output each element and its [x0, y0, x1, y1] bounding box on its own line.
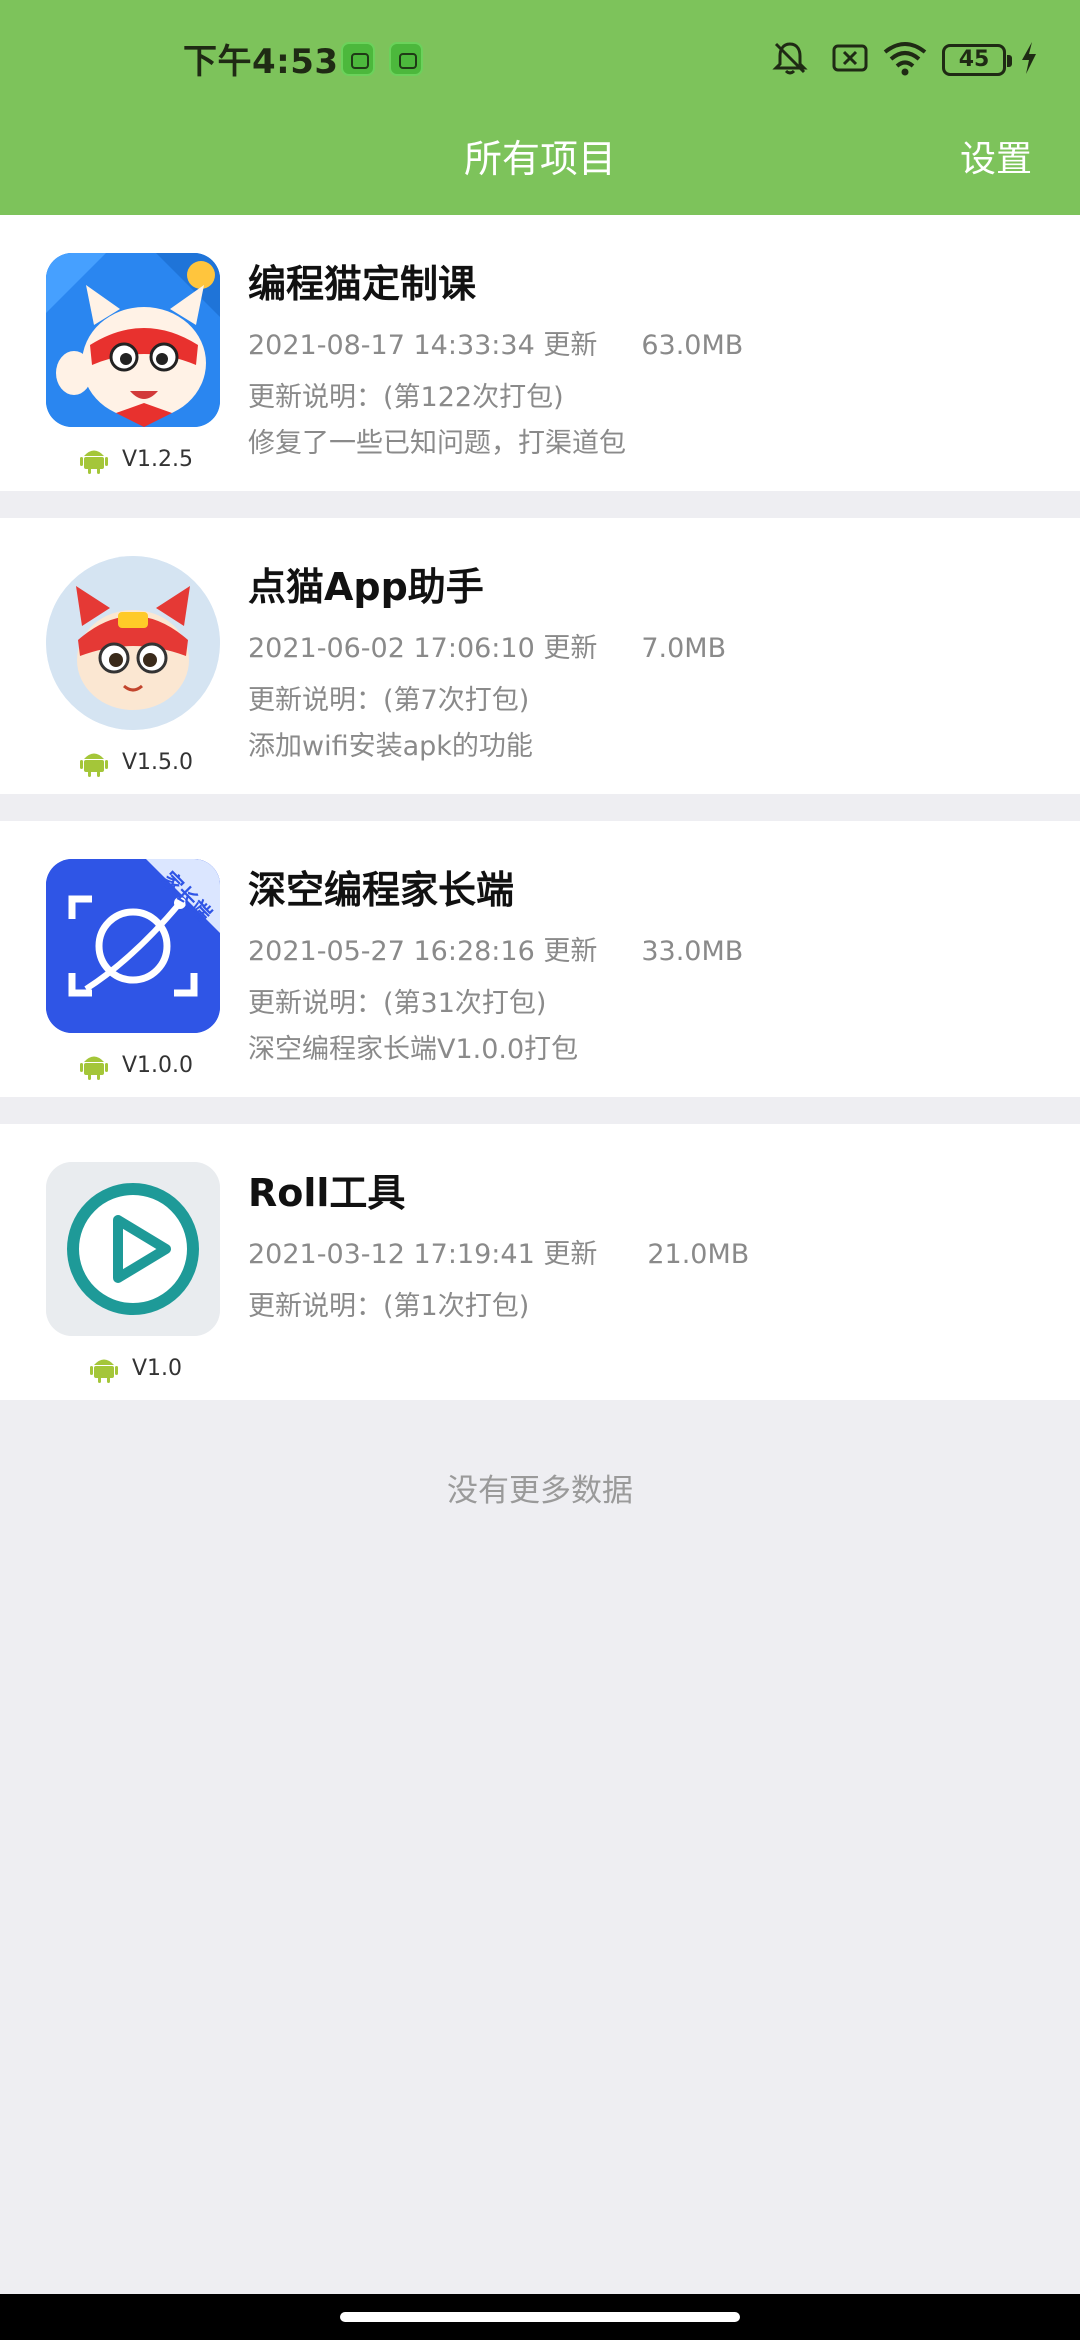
status-bar: 下午4:53 45: [0, 0, 1080, 120]
package-size: 21.0MB: [647, 1239, 750, 1270]
update-time: 2021-03-12 17:19:41 更新: [248, 1239, 598, 1270]
project-name: 深空编程家长端: [248, 868, 515, 912]
project-card[interactable]: V1.0 Roll工具 2021-03-12 17:19:41 更新 21.0MB…: [0, 1124, 1080, 1400]
version-tag: V1.0: [90, 1351, 182, 1385]
version-label: V1.0: [132, 1355, 183, 1381]
version-label: V1.5.0: [122, 749, 194, 775]
version-tag: V1.2.5: [80, 442, 193, 476]
page-title: 所有项目: [463, 137, 616, 181]
project-card[interactable]: 家长端 V1.0.0 深空编程家长端 2021-05-27 16:28:16 更…: [0, 821, 1080, 1097]
android-icon: [80, 753, 108, 777]
project-card[interactable]: V1.2.5 编程猫定制课 2021-08-17 14:33:34 更新 63.0…: [0, 215, 1080, 491]
bell-muted-icon: [772, 42, 808, 75]
update-time: 2021-08-17 14:33:34 更新: [248, 330, 598, 361]
version-tag: V1.0.0: [80, 1048, 193, 1082]
version-label: V1.2.5: [122, 446, 194, 472]
project-name: Roll工具: [248, 1171, 406, 1215]
package-size: 7.0MB: [641, 633, 727, 664]
update-note-title: 更新说明：(第122次打包): [248, 382, 564, 413]
update-note-detail: 修复了一些已知问题，打渠道包: [248, 428, 626, 459]
update-note-title: 更新说明：(第31次打包): [248, 988, 547, 1019]
project-meta: 2021-06-02 17:06:10 更新 7.0MB: [248, 626, 726, 665]
roll-tool-play-icon: [46, 1162, 220, 1336]
deepspace-parent-icon: 家长端: [46, 859, 220, 1033]
update-note-detail: 添加wifi安装apk的功能: [248, 731, 533, 762]
dianmao-assistant-icon: [46, 556, 220, 730]
app-header: 下午4:53 45 所有项目 设置: [0, 0, 1080, 215]
update-note-title: 更新说明：(第7次打包): [248, 685, 530, 716]
codemao-custom-course-icon: [46, 253, 220, 427]
home-indicator[interactable]: [340, 2312, 740, 2322]
battery-indicator: 45: [942, 44, 1012, 76]
package-size: 33.0MB: [641, 936, 744, 967]
update-notes: 更新说明：(第31次打包) 深空编程家长端V1.0.0打包: [248, 981, 578, 1073]
update-time: 2021-05-27 16:28:16 更新: [248, 936, 598, 967]
notification-app-icon: [389, 42, 423, 76]
notification-app-icon: [341, 42, 375, 76]
update-notes: 更新说明：(第122次打包) 修复了一些已知问题，打渠道包: [248, 375, 626, 467]
project-card[interactable]: V1.5.0 点猫App助手 2021-06-02 17:06:10 更新 7.0…: [0, 518, 1080, 794]
project-list: V1.2.5 编程猫定制课 2021-08-17 14:33:34 更新 63.0…: [0, 215, 1080, 1400]
status-time: 下午4:53: [183, 42, 339, 82]
no-more-data-label: 没有更多数据: [447, 1473, 633, 1509]
gesture-nav-bar: [0, 2294, 1080, 2340]
wifi-icon: [883, 42, 927, 76]
package-size: 63.0MB: [641, 330, 744, 361]
update-note-detail: 深空编程家长端V1.0.0打包: [248, 1034, 579, 1065]
settings-button[interactable]: 设置: [960, 130, 1032, 182]
project-name: 编程猫定制课: [248, 262, 477, 306]
android-icon: [90, 1359, 118, 1383]
project-meta: 2021-08-17 14:33:34 更新 63.0MB: [248, 323, 743, 362]
charging-bolt-icon: [1022, 42, 1036, 74]
update-notes: 更新说明：(第1次打包): [248, 1284, 529, 1330]
android-icon: [80, 450, 108, 474]
project-meta: 2021-05-27 16:28:16 更新 33.0MB: [248, 929, 743, 968]
update-notes: 更新说明：(第7次打包) 添加wifi安装apk的功能: [248, 678, 533, 770]
sim-disabled-icon: [832, 44, 868, 72]
update-note-title: 更新说明：(第1次打包): [248, 1291, 530, 1322]
update-time: 2021-06-02 17:06:10 更新: [248, 633, 598, 664]
android-icon: [80, 1056, 108, 1080]
project-meta: 2021-03-12 17:19:41 更新 21.0MB: [248, 1232, 749, 1271]
version-label: V1.0.0: [122, 1052, 194, 1078]
project-name: 点猫App助手: [248, 565, 484, 609]
version-tag: V1.5.0: [80, 745, 193, 779]
